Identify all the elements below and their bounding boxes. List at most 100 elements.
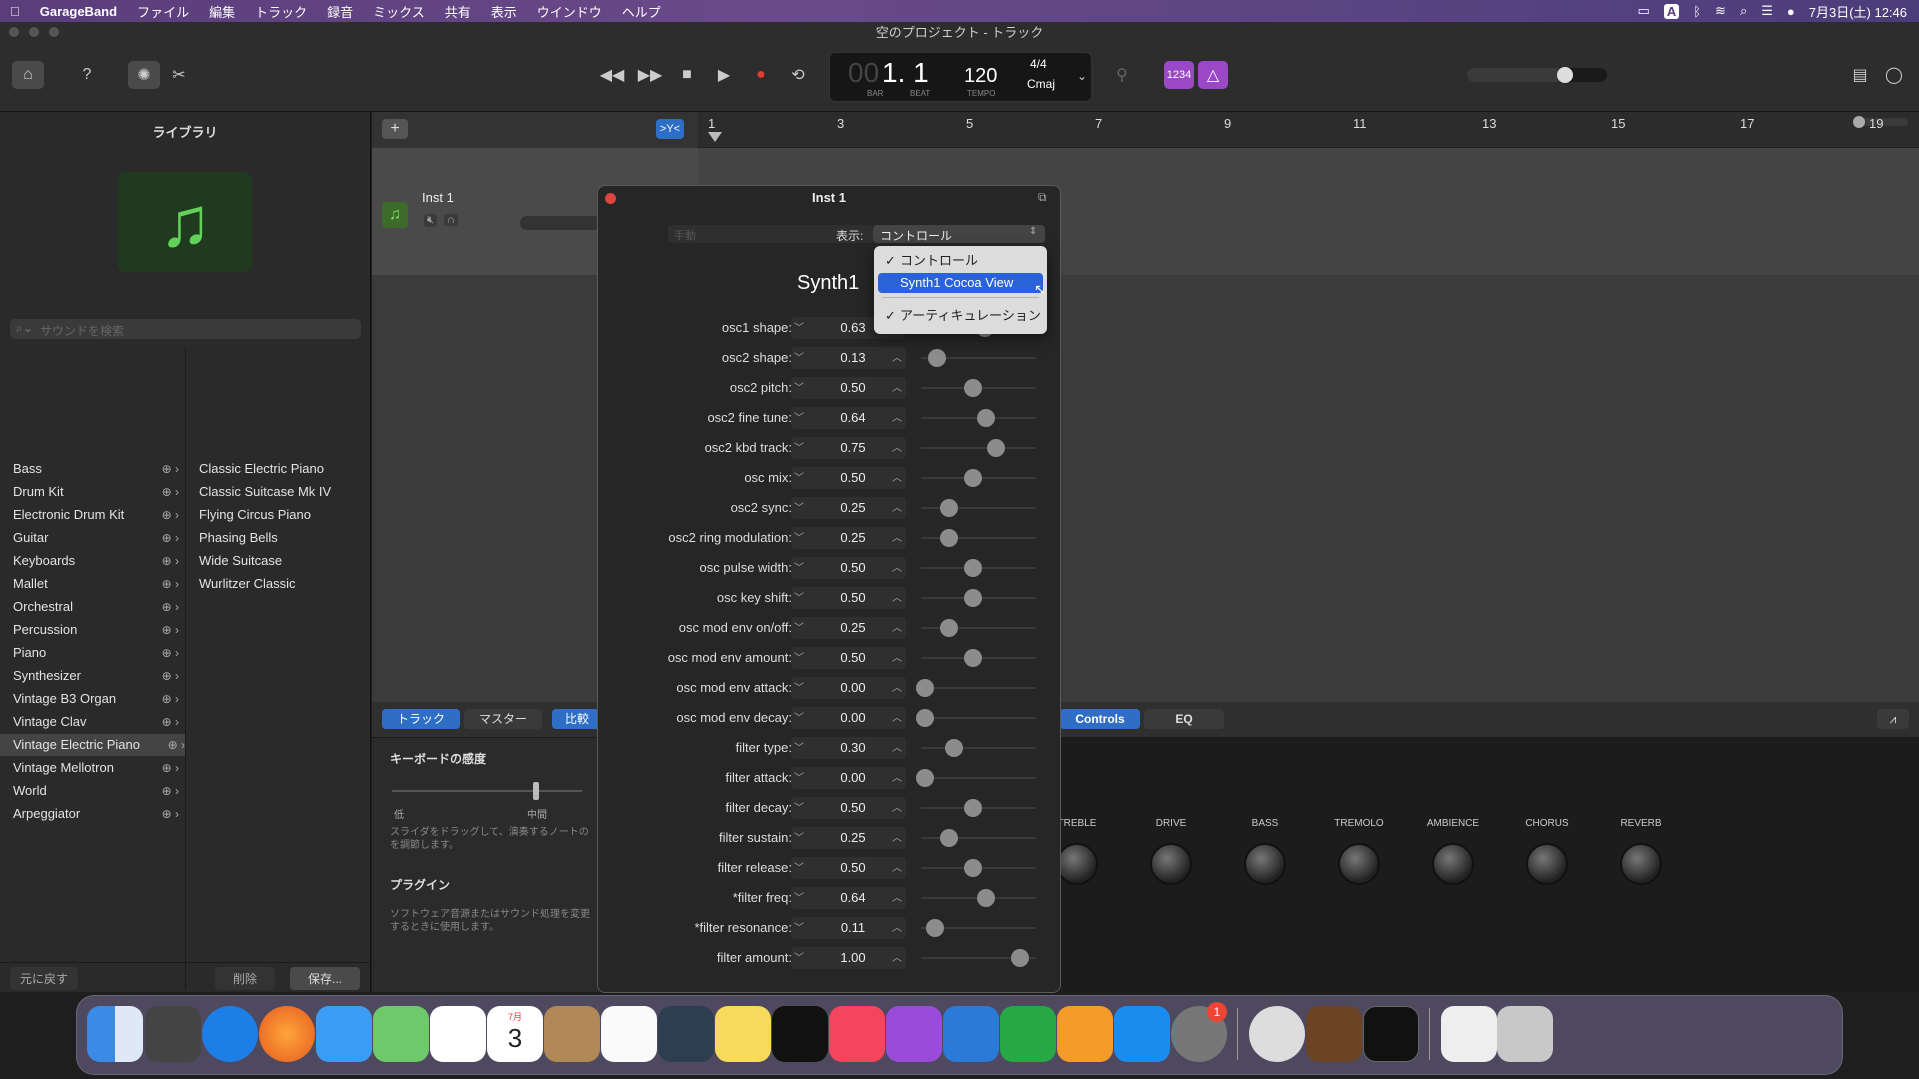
amp-knob[interactable] [1432,843,1474,885]
param-slider-knob[interactable] [916,679,934,697]
library-category[interactable]: Arpeggiator ⊕ › [13,803,179,825]
param-slider-knob[interactable] [916,769,934,787]
param-value[interactable]: 0.50 [828,380,878,395]
app-store-icon[interactable] [1114,1006,1170,1062]
param-slider-knob[interactable] [939,619,958,637]
menu-mix[interactable]: ミックス [363,2,435,21]
param-value[interactable]: 0.25 [828,620,878,635]
stop-button[interactable]: ■ [671,61,703,89]
tab-compare[interactable]: 比較 [552,709,602,729]
podcasts-icon[interactable] [886,1006,942,1062]
chevron-down-icon[interactable]: ﹀ [794,439,804,454]
reminders-icon[interactable] [601,1006,657,1062]
chevron-up-icon[interactable]: ︿ [892,649,902,664]
param-slider-knob[interactable] [976,889,995,907]
param-slider-knob[interactable] [987,439,1006,457]
param-slider-knob[interactable] [963,649,982,667]
menu-track[interactable]: トラック [245,2,317,21]
spotlight-icon[interactable]: ⌕ [1740,3,1747,19]
param-slider-knob[interactable] [944,739,963,757]
param-slider-knob[interactable] [963,859,982,877]
chevron-right-icon[interactable]: ⊕ › [162,711,179,733]
param-slider-track[interactable] [921,447,1036,449]
param-value[interactable]: 0.50 [828,800,878,815]
fast-forward-button[interactable]: ▶▶ [634,61,666,89]
chevron-down-icon[interactable]: ﹀ [794,529,804,544]
param-slider-track[interactable] [921,627,1036,629]
param-value[interactable]: 0.50 [828,560,878,575]
library-patch[interactable]: Flying Circus Piano [199,504,311,526]
terminal-icon[interactable] [1363,1006,1419,1062]
chevron-down-icon[interactable]: ﹀ [794,799,804,814]
menu-help[interactable]: ヘルプ [612,2,671,21]
param-slider-track[interactable] [921,537,1036,539]
tab-track[interactable]: トラック [382,709,460,729]
calendar-icon[interactable]: 7月 3 [487,1006,543,1062]
chevron-down-icon[interactable]: ﹀ [794,349,804,364]
chevron-down-icon[interactable]: ﹀ [794,949,804,964]
tv-icon[interactable] [772,1006,828,1062]
param-value[interactable]: 0.50 [828,860,878,875]
chevron-right-icon[interactable]: ⊕ › [162,619,179,641]
param-value[interactable]: 1.00 [828,950,878,965]
chevron-up-icon[interactable]: ︿ [892,379,902,394]
library-patch[interactable]: Wurlitzer Classic [199,573,296,595]
wifi-icon[interactable]: ≋ [1715,3,1726,19]
param-value[interactable]: 0.11 [828,920,878,935]
zip-file-icon[interactable] [1441,1006,1497,1062]
chevron-up-icon[interactable]: ︿ [892,679,902,694]
param-value[interactable]: 0.25 [828,830,878,845]
zoom-window-button[interactable] [49,27,59,37]
rewind-button[interactable]: ◀◀ [596,61,628,89]
notes-icon[interactable] [715,1006,771,1062]
amp-knob[interactable] [1338,843,1380,885]
chevron-down-icon[interactable]: ﹀ [794,499,804,514]
param-slider-track[interactable] [921,687,1036,689]
smart-tempo-button[interactable]: >Y< [656,119,684,139]
music-icon[interactable] [829,1006,885,1062]
sound-search-input[interactable]: ⌕⌄ サウンドを検索 [10,319,361,339]
chevron-down-icon[interactable]: ﹀ [794,649,804,664]
amp-knob[interactable] [1150,843,1192,885]
library-category[interactable]: Percussion ⊕ › [13,619,179,641]
chevron-up-icon[interactable]: ︿ [892,829,902,844]
close-window-button[interactable] [9,27,19,37]
library-category[interactable]: Guitar ⊕ › [13,527,179,549]
view-selector[interactable]: コントロール ⇕ [873,225,1045,243]
clock[interactable]: 7月3日(土) 12:46 [1809,2,1907,21]
chevron-down-icon[interactable]: ﹀ [794,619,804,634]
chevron-right-icon[interactable]: ⊕ › [162,596,179,618]
add-track-button[interactable]: + [382,119,408,139]
control-center-icon[interactable]: ☰ [1761,3,1773,19]
param-slider-knob[interactable] [939,499,958,517]
master-volume-slider[interactable] [1467,67,1607,83]
param-slider-knob[interactable] [976,409,995,427]
param-value[interactable]: 0.50 [828,590,878,605]
metronome-button[interactable]: △ [1198,61,1228,89]
param-slider-knob[interactable] [939,829,958,847]
chevron-up-icon[interactable]: ︿ [892,439,902,454]
library-category[interactable]: Orchestral ⊕ › [13,596,179,618]
chevron-right-icon[interactable]: ⊕ › [162,780,179,802]
amp-knob[interactable] [1244,843,1286,885]
param-value[interactable]: 0.13 [828,350,878,365]
chevron-up-icon[interactable]: ︿ [892,949,902,964]
maps-icon[interactable] [373,1006,429,1062]
lcd-display[interactable]: 00 1. 1 BAR BEAT 120 TEMPO 4/4 Cmaj ⌄ [829,52,1092,102]
chevron-down-icon[interactable]: ﹀ [794,829,804,844]
menu-item-cocoa-view[interactable]: Synth1 Cocoa View [878,273,1043,293]
chevron-down-icon[interactable]: ﹀ [794,589,804,604]
chevron-up-icon[interactable]: ︿ [892,529,902,544]
siri-icon[interactable]: ● [1787,4,1795,19]
loop-browser-button[interactable]: ◯ [1878,61,1910,89]
chevron-right-icon[interactable]: ⊕ › [162,481,179,503]
chevron-up-icon[interactable]: ︿ [892,739,902,754]
tab-master[interactable]: マスター [464,709,542,729]
chevron-down-icon[interactable]: ﹀ [794,379,804,394]
param-value[interactable]: 0.75 [828,440,878,455]
chevron-up-icon[interactable]: ︿ [892,589,902,604]
chevron-up-icon[interactable]: ︿ [892,859,902,874]
chevron-right-icon[interactable]: ⊕ › [162,550,179,572]
lcd-signature[interactable]: 4/4 [1030,57,1047,71]
amp-knob[interactable] [1620,843,1662,885]
